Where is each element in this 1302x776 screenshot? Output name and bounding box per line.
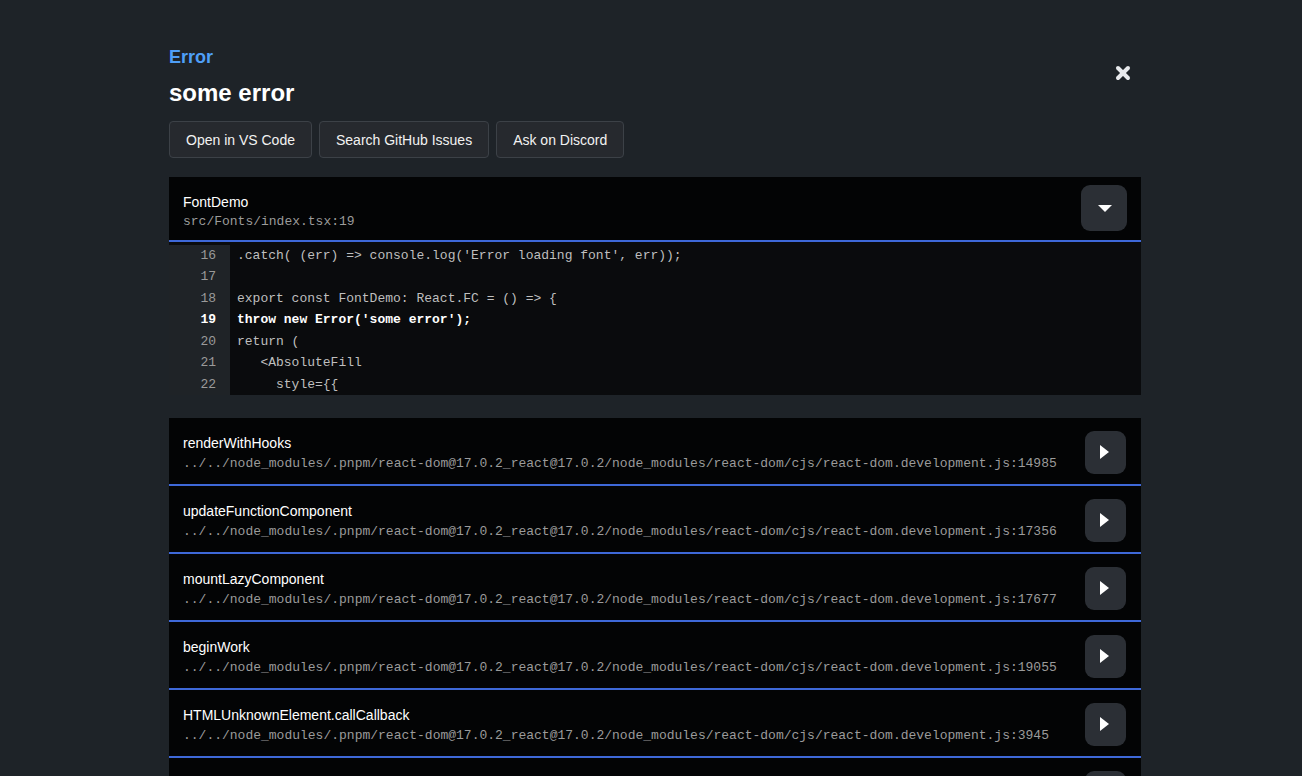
frame-location: ../../node_modules/.pnpm/react-dom@17.0.… bbox=[183, 525, 1141, 539]
line-number: 21 bbox=[169, 352, 230, 374]
code-text: style={{ bbox=[230, 374, 338, 396]
stack-frame: HTMLUnknownElement.callCallback ../../nod… bbox=[169, 690, 1141, 758]
frame-function-name: mountLazyComponent bbox=[183, 571, 1141, 587]
code-text: .catch( (err) => console.log('Error load… bbox=[230, 245, 682, 267]
line-number: 18 bbox=[169, 288, 230, 310]
line-number: 16 bbox=[169, 245, 230, 267]
source-function-name: FontDemo bbox=[183, 194, 1127, 210]
play-icon bbox=[1100, 581, 1109, 595]
line-number: 17 bbox=[169, 266, 230, 288]
code-line: 17 bbox=[169, 266, 1141, 288]
code-text: <AbsoluteFill bbox=[230, 352, 362, 374]
frame-function-name: beginWork bbox=[183, 639, 1141, 655]
code-frame: 16.catch( (err) => console.log('Error lo… bbox=[169, 242, 1141, 395]
expand-frame-button[interactable] bbox=[1085, 567, 1126, 610]
code-text: throw new Error('some error'); bbox=[230, 309, 471, 331]
error-overlay: Error some error Open in VS CodeSearch G… bbox=[169, 0, 1141, 776]
code-line: 18export const FontDemo: React.FC = () =… bbox=[169, 288, 1141, 310]
action-button-search-github-issues[interactable]: Search GitHub Issues bbox=[319, 121, 489, 158]
expand-frame-button[interactable] bbox=[1085, 703, 1126, 746]
frame-function-name: HTMLUnknownElement.callCallback bbox=[183, 707, 1141, 723]
code-line: 21 <AbsoluteFill bbox=[169, 352, 1141, 374]
source-location: src/Fonts/index.tsx:19 bbox=[183, 215, 1127, 229]
error-message: some error bbox=[169, 80, 1141, 105]
stack-frame: renderWithHooks ../../node_modules/.pnpm/… bbox=[169, 418, 1141, 486]
stack-frame: mountLazyComponent ../../node_modules/.pn… bbox=[169, 554, 1141, 622]
code-text bbox=[230, 266, 237, 288]
source-frame-header: FontDemo src/Fonts/index.tsx:19 bbox=[169, 177, 1141, 242]
expand-frame-button[interactable] bbox=[1085, 499, 1126, 542]
stack-frame: updateFunctionComponent ../../node_module… bbox=[169, 486, 1141, 554]
code-text: return ( bbox=[230, 331, 299, 353]
chevron-down-icon bbox=[1098, 205, 1112, 212]
code-line: 22 style={{ bbox=[169, 374, 1141, 396]
collapse-code-button[interactable] bbox=[1081, 185, 1127, 231]
source-frame-card: FontDemo src/Fonts/index.tsx:19 16.catch… bbox=[169, 177, 1141, 395]
stack-frame-list: renderWithHooks ../../node_modules/.pnpm/… bbox=[169, 418, 1141, 776]
expand-frame-button[interactable] bbox=[1085, 635, 1126, 678]
code-line-highlighted: 19throw new Error('some error'); bbox=[169, 309, 1141, 331]
stack-frame: beginWork ../../node_modules/.pnpm/react-… bbox=[169, 622, 1141, 690]
code-line: 16.catch( (err) => console.log('Error lo… bbox=[169, 245, 1141, 267]
close-icon[interactable] bbox=[1113, 63, 1133, 83]
frame-function-name: updateFunctionComponent bbox=[183, 503, 1141, 519]
play-icon bbox=[1100, 513, 1109, 527]
frame-location: ../../node_modules/.pnpm/react-dom@17.0.… bbox=[183, 661, 1141, 675]
frame-function-name: renderWithHooks bbox=[183, 435, 1141, 451]
stack-frame bbox=[169, 758, 1141, 776]
frame-location: ../../node_modules/.pnpm/react-dom@17.0.… bbox=[183, 457, 1141, 471]
line-number: 19 bbox=[169, 309, 230, 331]
error-kicker: Error bbox=[169, 48, 1141, 67]
play-icon bbox=[1100, 445, 1109, 459]
expand-frame-button[interactable] bbox=[1085, 431, 1126, 474]
code-text: export const FontDemo: React.FC = () => … bbox=[230, 288, 557, 310]
line-number: 22 bbox=[169, 374, 230, 396]
action-button-open-in-vs-code[interactable]: Open in VS Code bbox=[169, 121, 312, 158]
expand-frame-button[interactable] bbox=[1085, 771, 1126, 776]
play-icon bbox=[1100, 717, 1109, 731]
frame-location: ../../node_modules/.pnpm/react-dom@17.0.… bbox=[183, 729, 1141, 743]
action-buttons: Open in VS CodeSearch GitHub IssuesAsk o… bbox=[169, 121, 1141, 158]
line-number: 20 bbox=[169, 331, 230, 353]
play-icon bbox=[1100, 649, 1109, 663]
code-line: 20return ( bbox=[169, 331, 1141, 353]
action-button-ask-on-discord[interactable]: Ask on Discord bbox=[496, 121, 624, 158]
frame-location: ../../node_modules/.pnpm/react-dom@17.0.… bbox=[183, 593, 1141, 607]
